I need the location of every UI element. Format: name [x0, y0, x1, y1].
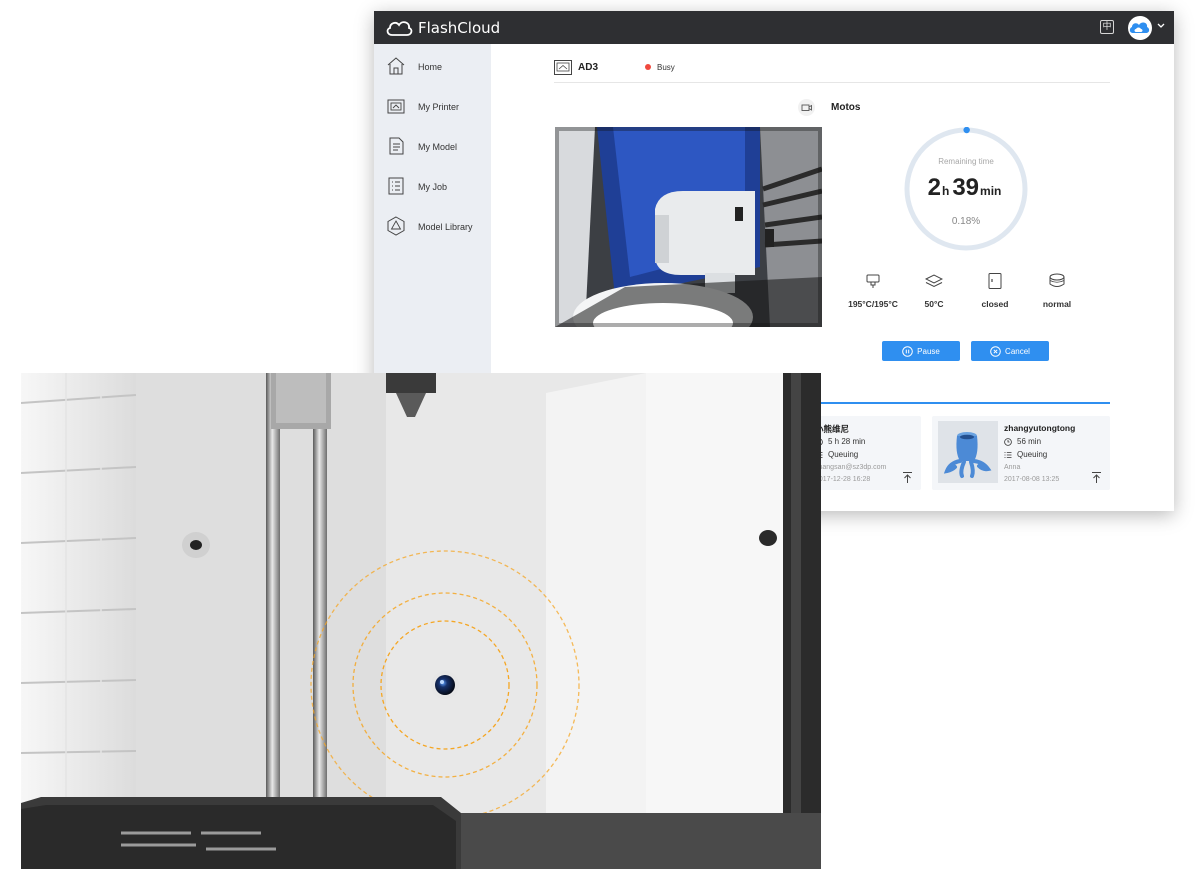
video-camera-icon: [801, 104, 812, 111]
printer-icon: [387, 99, 405, 114]
metric-value: 50°C: [924, 299, 944, 309]
layers-icon: [925, 274, 943, 288]
progress-percent: 0.18%: [951, 216, 981, 227]
job-duration: 5 h 28 min: [815, 437, 865, 446]
camera-frame-image: [555, 127, 822, 327]
printer-name: AD3: [578, 62, 599, 73]
metric-filament-status: normal: [1022, 272, 1092, 309]
sidebar-item-my-model[interactable]: My Model: [374, 132, 491, 164]
pause-label: Pause: [917, 346, 940, 356]
printer-interior-photo: [21, 373, 821, 869]
camera-toggle[interactable]: [798, 99, 815, 116]
cancel-label: Cancel: [1005, 346, 1030, 356]
model-library-icon: [387, 216, 405, 236]
remaining-hours: 2: [927, 174, 941, 201]
language-toggle-button[interactable]: 中: [1100, 20, 1114, 34]
app-title: FlashCloud: [418, 19, 501, 37]
printer-chamber-image: [21, 373, 821, 869]
pause-button[interactable]: Pause: [882, 341, 960, 361]
hours-unit: h: [941, 184, 950, 198]
job-date: 2017-12-28 16:28: [815, 476, 871, 483]
nozzle-icon: [866, 274, 880, 288]
job-list-icon: [388, 177, 404, 195]
divider: [554, 82, 1110, 83]
remaining-time-label: Remaining time: [938, 157, 994, 166]
filament-spool-icon: [1049, 273, 1065, 287]
job-name: zhangyutongtong: [1004, 423, 1076, 433]
job-state: Queuing: [1004, 450, 1047, 459]
door-icon: [988, 273, 1002, 289]
sidebar-item-label: Home: [418, 62, 443, 72]
sidebar-item-my-printer[interactable]: My Printer: [374, 92, 491, 124]
sidebar-item-label: My Printer: [418, 102, 460, 112]
move-to-top-icon[interactable]: [1091, 471, 1102, 484]
move-to-top-icon[interactable]: [902, 471, 913, 484]
sidebar-item-my-job[interactable]: My Job: [374, 172, 491, 204]
clock-icon: [1004, 437, 1012, 446]
metric-nozzle-temperature: 195°C/195°C: [838, 272, 908, 309]
marketing-composite: FlashCloud 中 Home My Printer My Model My…: [0, 0, 1200, 869]
job-state-text: Queuing: [1017, 450, 1048, 459]
job-thumbnail: [938, 421, 998, 483]
octopus-model-preview: [938, 421, 998, 483]
job-state: Queuing: [815, 450, 858, 459]
status-indicator: [645, 64, 651, 70]
list-icon: [1004, 451, 1012, 458]
chevron-down-icon[interactable]: [1156, 20, 1166, 32]
cancel-button[interactable]: Cancel: [971, 341, 1049, 361]
sidebar-item-label: My Job: [418, 182, 448, 192]
printer-icon: [554, 60, 572, 75]
sidebar-item-label: My Model: [418, 142, 458, 152]
job-date: 2017-08-08 13:25: [1004, 476, 1060, 483]
job-duration-text: 5 h 28 min: [828, 437, 866, 446]
metric-value: closed: [981, 299, 1009, 309]
sidebar-item-home[interactable]: Home: [374, 52, 491, 84]
title-bar: FlashCloud 中: [374, 11, 1174, 44]
metric-value: 195°C/195°C: [848, 299, 898, 309]
metric-value: normal: [1042, 299, 1072, 309]
live-camera-feed[interactable]: [555, 127, 822, 327]
job-card[interactable]: zhangyutongtong 56 min Queuing Anna 2017…: [932, 416, 1110, 490]
cancel-icon: [990, 345, 1001, 357]
sidebar-item-model-library[interactable]: Model Library: [374, 212, 491, 244]
model-icon: [389, 137, 404, 155]
avatar-cloud-icon: [1129, 22, 1150, 33]
printer-status: Busy: [657, 63, 675, 72]
home-icon: [387, 57, 405, 75]
cloud-logo-icon: [386, 21, 413, 36]
job-state-text: Queuing: [828, 450, 859, 459]
job-duration-text: 56 min: [1017, 437, 1042, 446]
sidebar-item-label: Model Library: [418, 222, 473, 232]
job-user: Anna: [1004, 464, 1021, 471]
metric-door-status: closed: [960, 272, 1030, 309]
minutes-unit: min: [980, 184, 1002, 198]
job-user: zhangsan@sz3dp.com: [815, 464, 887, 471]
job-duration: 56 min: [1004, 437, 1041, 446]
remaining-minutes: 39: [952, 174, 980, 201]
remaining-time: 2h 39min: [904, 174, 1028, 202]
metric-bed-temperature: 50°C: [899, 272, 969, 309]
camera-name: Motos: [831, 102, 861, 113]
pause-icon: [902, 345, 913, 357]
user-avatar[interactable]: [1128, 16, 1152, 40]
